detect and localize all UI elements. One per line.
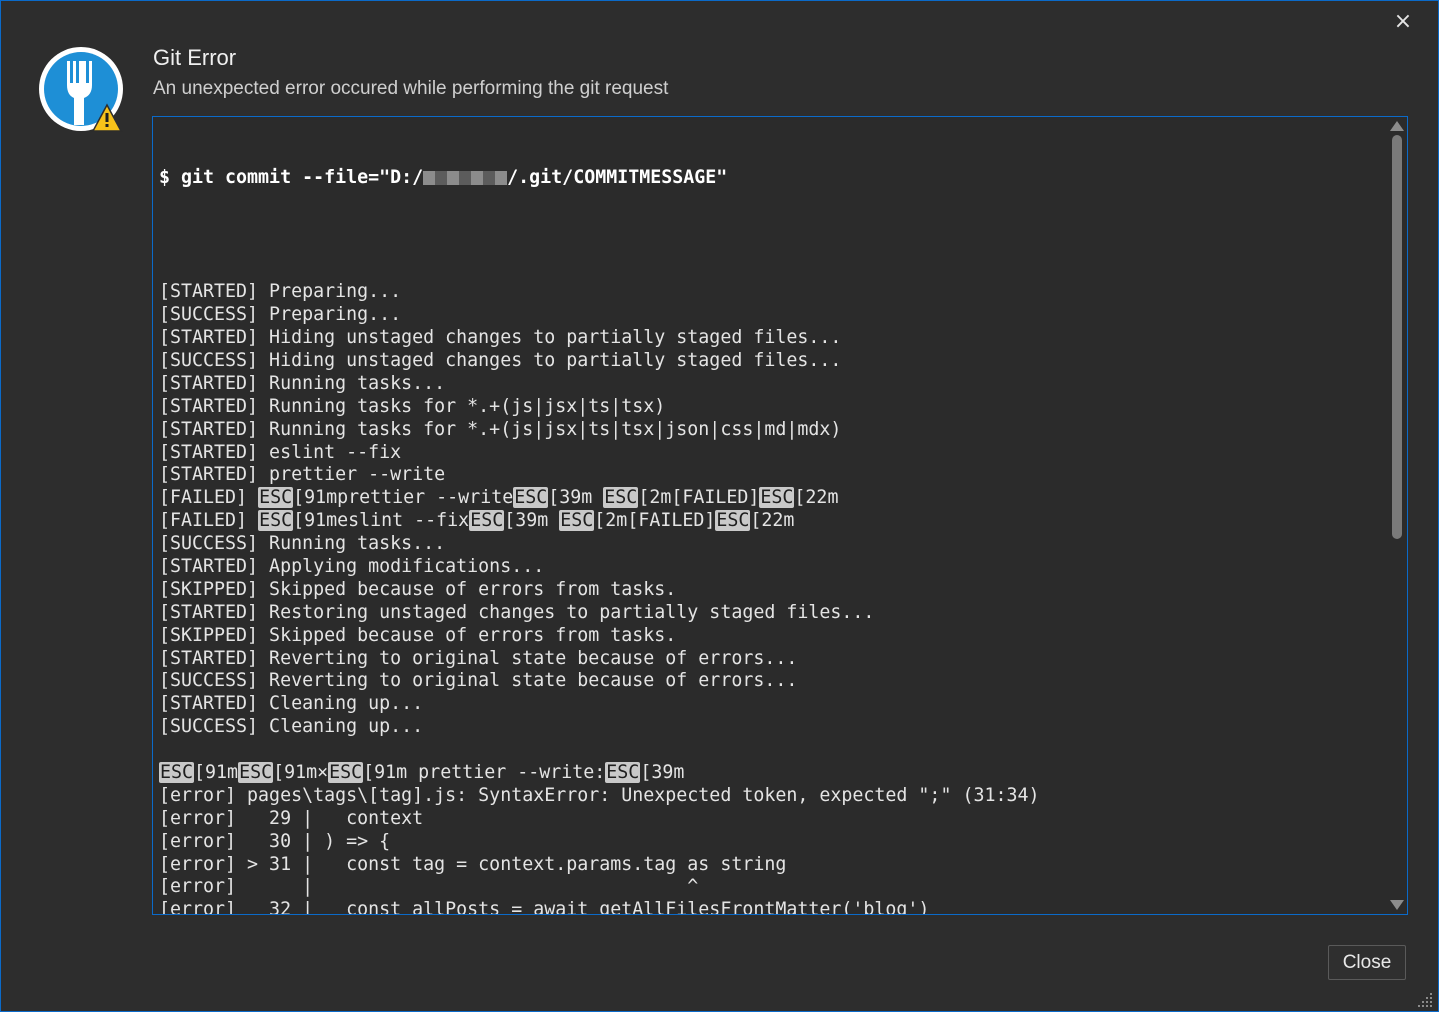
esc-control-char-badge: ESC (715, 510, 751, 532)
console-scrollbar[interactable] (1387, 117, 1407, 914)
log-line: [STARTED] Running tasks for *.+(js|jsx|t… (159, 395, 666, 417)
esc-control-char-badge: ESC (559, 510, 595, 532)
redacted-path-block (495, 170, 508, 185)
command-prefix: $ git commit --file="D:/ (159, 166, 424, 188)
git-command-line: $ git commit --file="D:/ /.git/COMMITMESS… (159, 167, 1385, 190)
log-line: [STARTED] Reverting to original state be… (159, 647, 798, 669)
log-line: [STARTED] Applying modifications... (159, 555, 545, 577)
dialog-subtitle: An unexpected error occured while perfor… (153, 78, 669, 99)
git-error-dialog: × Git Error An unexpected error occured … (0, 0, 1439, 1012)
log-line: [STARTED] Hiding unstaged changes to par… (159, 327, 842, 349)
log-line: [error] | ^ (159, 876, 699, 898)
resize-grip-icon[interactable] (1418, 991, 1434, 1007)
redacted-path-block (471, 170, 484, 185)
scroll-down-arrow-icon[interactable] (1390, 900, 1404, 910)
log-line: [SUCCESS] Preparing... (159, 304, 402, 326)
log-line: [SUCCESS] Hiding unstaged changes to par… (159, 349, 842, 371)
close-icon[interactable]: × (1390, 9, 1416, 35)
esc-control-char-badge: ESC (469, 510, 505, 532)
console-output-text: $ git commit --file="D:/ /.git/COMMITMESS… (159, 121, 1385, 914)
log-line: [FAILED] ESC[91meslint --fixESC[39m ESC[… (159, 510, 795, 532)
esc-control-char-badge: ESC (328, 762, 364, 783)
esc-control-char-badge: ESC (513, 487, 549, 509)
log-line: [SKIPPED] Skipped because of errors from… (159, 578, 677, 600)
log-line: [STARTED] Cleaning up... (159, 693, 424, 715)
log-line: [FAILED] ESC[91mprettier --writeESC[39m … (159, 487, 839, 509)
log-line: [SUCCESS] Reverting to original state be… (159, 670, 798, 692)
redacted-path-block (447, 170, 460, 185)
command-suffix: /.git/COMMITMESSAGE" (507, 166, 728, 188)
log-line: [error] pages\tags\[tag].js: SyntaxError… (159, 784, 1040, 806)
log-line: ESC[91mESC[91m×ESC[91m prettier --write:… (159, 762, 685, 783)
redacted-path-block (459, 170, 472, 185)
log-line: [STARTED] Running tasks for *.+(js|jsx|t… (159, 418, 842, 440)
git-output-console[interactable]: $ git commit --file="D:/ /.git/COMMITMESS… (152, 116, 1408, 915)
log-line: [error] 30 | ) => { (159, 830, 391, 852)
scroll-thumb[interactable] (1392, 135, 1402, 539)
log-line: [STARTED] Running tasks... (159, 372, 446, 394)
log-line: [SUCCESS] Cleaning up... (159, 716, 424, 738)
redacted-path-block (483, 170, 496, 185)
close-button[interactable]: Close (1328, 945, 1406, 980)
log-line: [error] > 31 | const tag = context.param… (159, 853, 787, 875)
redacted-path-block (423, 170, 436, 185)
log-line: [STARTED] prettier --write (159, 464, 446, 486)
esc-control-char-badge: ESC (603, 487, 639, 509)
dialog-title: Git Error (153, 45, 237, 70)
log-line: [STARTED] eslint --fix (159, 441, 402, 463)
esc-control-char-badge: ESC (605, 762, 641, 783)
fork-app-icon (39, 47, 123, 132)
esc-control-char-badge: ESC (258, 487, 294, 509)
log-line: [STARTED] Restoring unstaged changes to … (159, 601, 875, 623)
esc-control-char-badge: ESC (159, 762, 195, 783)
esc-control-char-badge: ESC (759, 487, 795, 509)
log-line: [STARTED] Preparing... (159, 281, 402, 303)
esc-control-char-badge: ESC (238, 762, 274, 783)
log-line: [SKIPPED] Skipped because of errors from… (159, 624, 677, 646)
log-line: [error] 29 | context (159, 807, 424, 829)
esc-control-char-badge: ESC (258, 510, 294, 532)
redacted-path-block (435, 170, 448, 185)
scroll-up-arrow-icon[interactable] (1390, 121, 1404, 131)
log-line: [SUCCESS] Running tasks... (159, 533, 446, 555)
log-line: [error] 32 | const allPosts = await getA… (159, 899, 930, 914)
